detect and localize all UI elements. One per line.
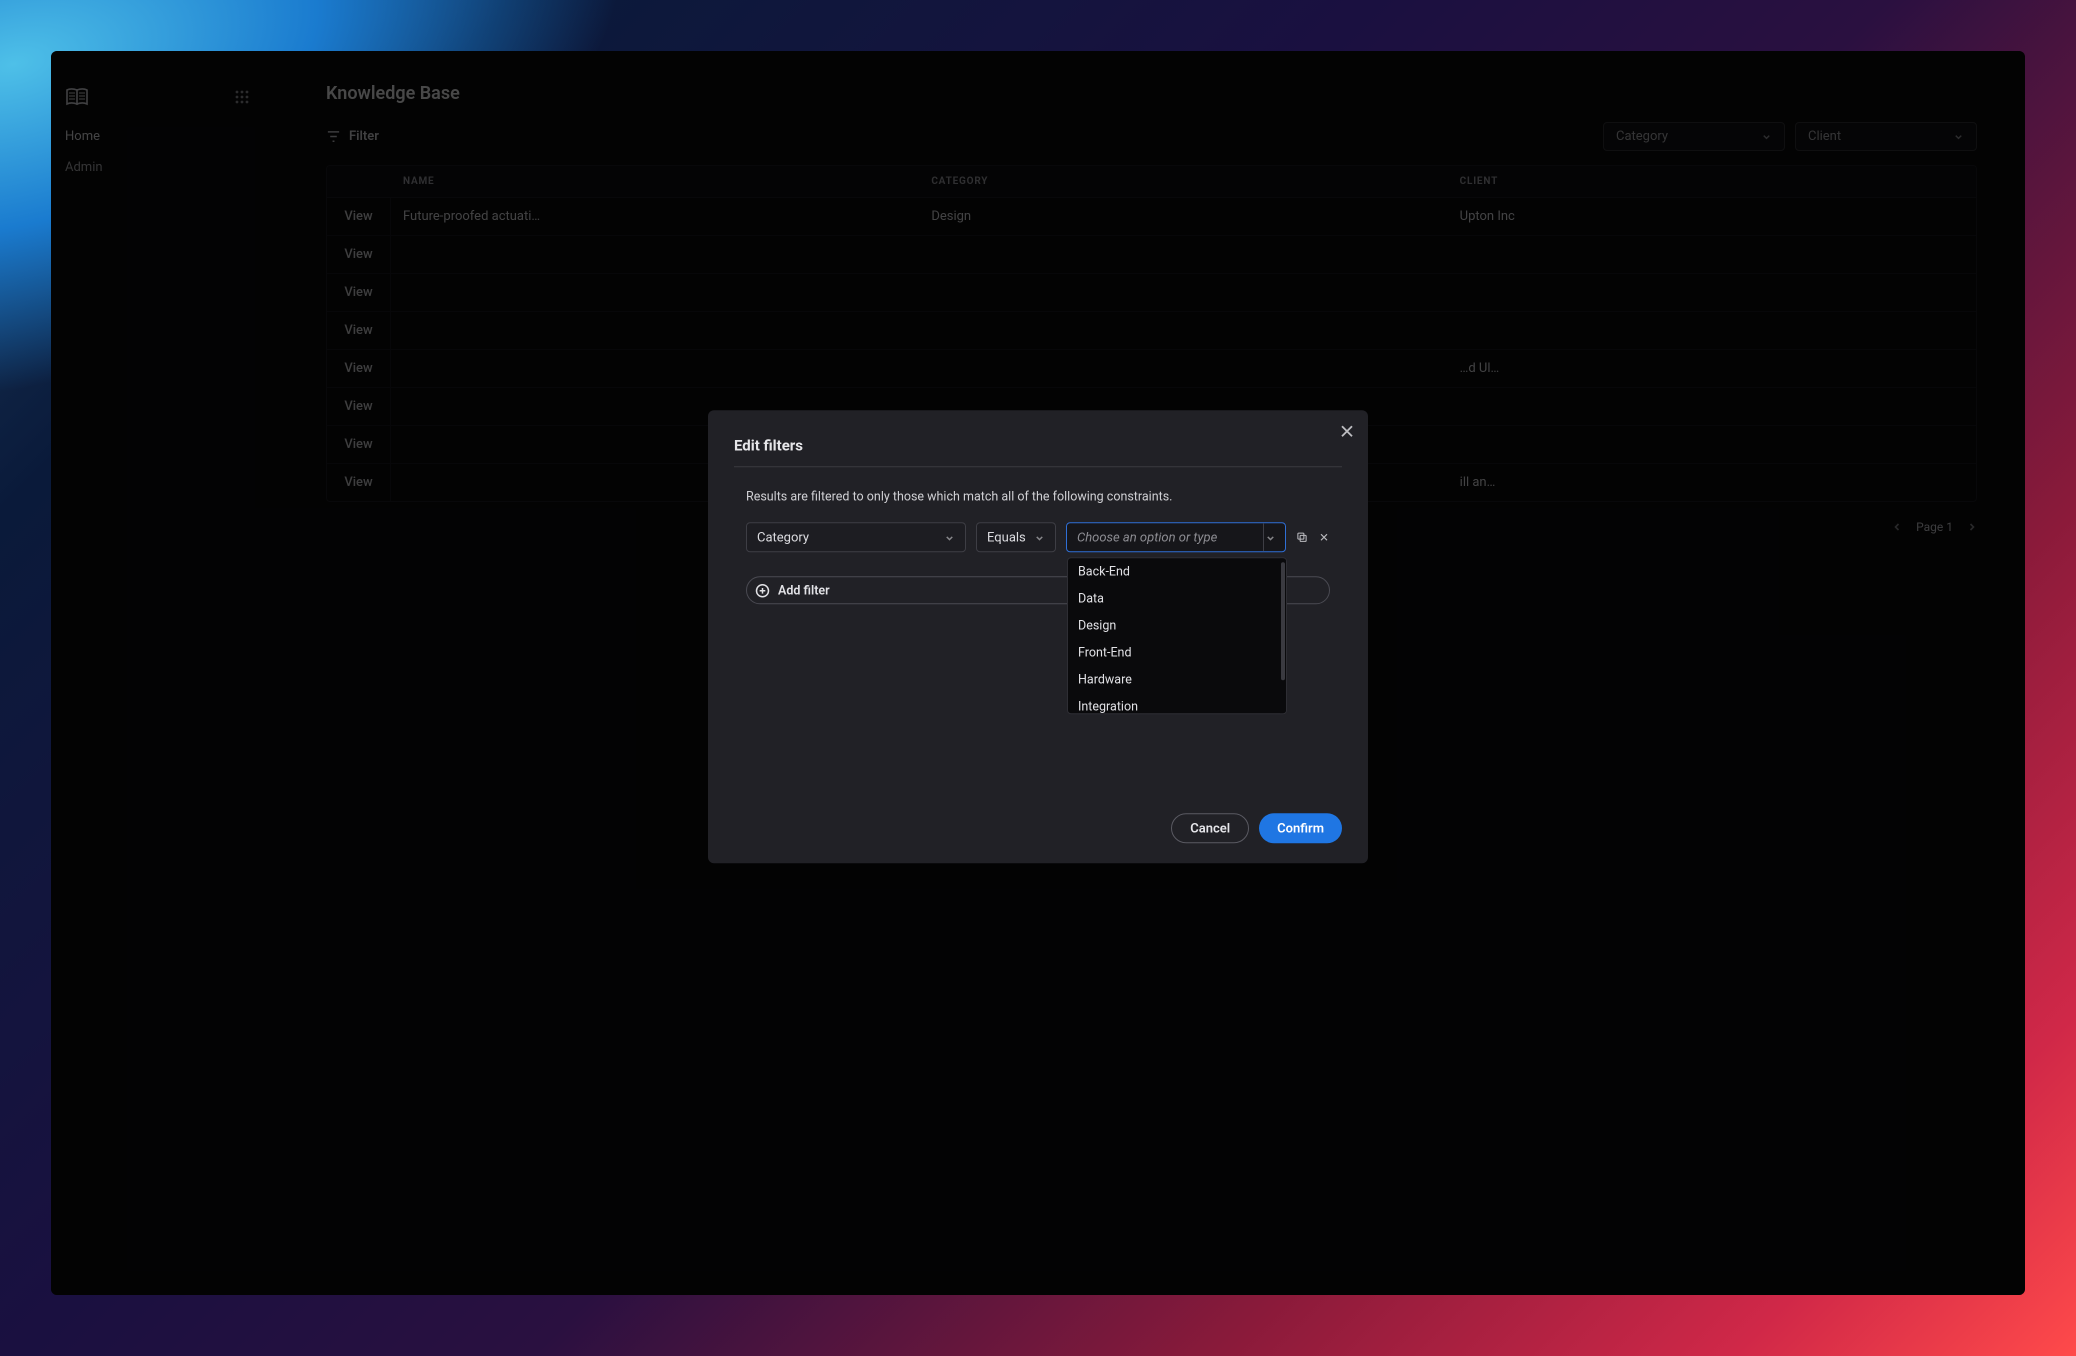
option-hardware[interactable]: Hardware <box>1068 666 1280 693</box>
edit-filters-modal: Edit filters Results are filtered to onl… <box>708 410 1368 863</box>
filter-operator-select[interactable]: Equals <box>976 522 1056 552</box>
modal-hint: Results are filtered to only those which… <box>734 489 1342 504</box>
filter-row: Category Equals Choose an option or type… <box>734 522 1342 552</box>
filter-value-placeholder: Choose an option or type <box>1077 530 1217 545</box>
app-window: Home Admin Knowledge Base Filter Categor… <box>51 51 2025 1295</box>
chevron-down-icon <box>1034 532 1045 543</box>
duplicate-filter-icon[interactable] <box>1296 529 1308 545</box>
option-back-end[interactable]: Back-End <box>1068 558 1280 585</box>
confirm-button[interactable]: Confirm <box>1259 813 1342 843</box>
remove-filter-icon[interactable] <box>1318 529 1330 545</box>
plus-circle-icon <box>755 583 770 598</box>
filter-value-combobox[interactable]: Choose an option or type Back-EndDataDes… <box>1066 522 1286 552</box>
option-front-end[interactable]: Front-End <box>1068 639 1280 666</box>
cancel-button[interactable]: Cancel <box>1171 813 1249 843</box>
close-icon[interactable] <box>1338 422 1356 440</box>
option-data[interactable]: Data <box>1068 585 1280 612</box>
dropdown-scrollbar[interactable] <box>1280 558 1286 713</box>
option-design[interactable]: Design <box>1068 612 1280 639</box>
filter-value-dropdown: Back-EndDataDesignFront-EndHardwareInteg… <box>1067 557 1287 714</box>
chevron-down-icon <box>1265 532 1276 543</box>
modal-title: Edit filters <box>734 436 1342 454</box>
option-integration[interactable]: Integration <box>1068 693 1280 713</box>
chevron-down-icon <box>944 532 955 543</box>
filter-field-select[interactable]: Category <box>746 522 966 552</box>
